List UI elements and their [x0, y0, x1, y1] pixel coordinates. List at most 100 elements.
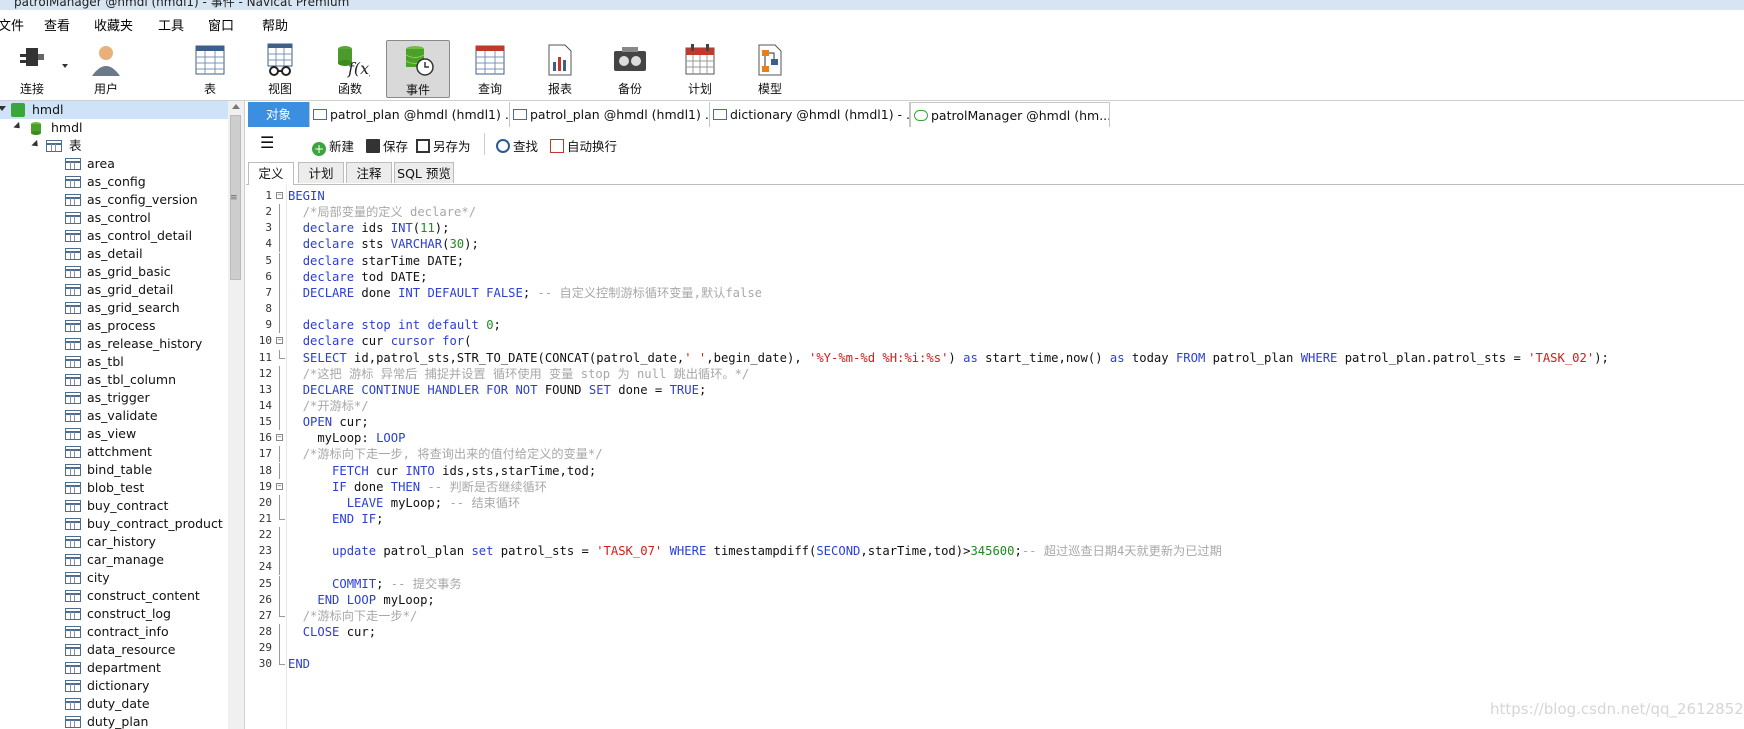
- code-line[interactable]: 21 END IF;: [246, 511, 1744, 527]
- code-line[interactable]: 30 END: [246, 656, 1744, 672]
- code-line[interactable]: 15 OPEN cur;: [246, 414, 1744, 431]
- code-line[interactable]: 22: [246, 527, 1744, 544]
- table-button[interactable]: 表: [178, 40, 242, 98]
- new-button[interactable]: + 新建: [312, 136, 354, 156]
- hamburger-menu-icon[interactable]: ☰: [260, 133, 274, 152]
- tree-table-item[interactable]: construct_content: [0, 587, 228, 605]
- function-button[interactable]: f(x) 函数: [318, 40, 382, 98]
- code-line[interactable]: 19− IF done THEN -- 判断是否继续循环: [246, 479, 1744, 495]
- report-button[interactable]: 报表: [528, 40, 592, 98]
- menu-favorites[interactable]: 收藏夹: [94, 15, 133, 34]
- code-line[interactable]: 4 declare sts VARCHAR(30);: [246, 236, 1744, 253]
- tab-patrol-plan-1[interactable]: patrol_plan @hmdl (hmdl1) ...: [310, 102, 510, 127]
- tree-connection[interactable]: hmdl: [0, 101, 228, 119]
- tree-table-item[interactable]: as_config: [0, 173, 228, 191]
- tab-patrol-plan-2[interactable]: patrol_plan @hmdl (hmdl1) ...: [510, 102, 710, 127]
- tree-table-item[interactable]: as_grid_detail: [0, 281, 228, 299]
- connect-dropdown-icon[interactable]: [62, 64, 68, 68]
- code-line[interactable]: 20 LEAVE myLoop; -- 结束循环: [246, 494, 1744, 511]
- code-line[interactable]: 2 /*局部变量的定义 declare*/: [246, 204, 1744, 221]
- tree-table-item[interactable]: duty_date: [0, 695, 228, 713]
- model-button[interactable]: 模型: [738, 40, 802, 98]
- menu-tools[interactable]: 工具: [158, 15, 184, 34]
- menu-help[interactable]: 帮助: [262, 15, 288, 34]
- schedule-button[interactable]: 计划: [668, 40, 732, 98]
- tab-schedule[interactable]: 计划: [298, 162, 344, 183]
- tree-table-item[interactable]: city: [0, 569, 228, 587]
- code-line[interactable]: 18 FETCH cur INTO ids,sts,starTime,tod;: [246, 462, 1744, 479]
- tree-table-item[interactable]: construct_log: [0, 605, 228, 623]
- tree-table-item[interactable]: blob_test: [0, 479, 228, 497]
- tree-table-item[interactable]: data_resource: [0, 641, 228, 659]
- word-wrap-button[interactable]: 自动换行: [550, 136, 617, 155]
- tree-table-item[interactable]: as_validate: [0, 407, 228, 425]
- tree-table-item[interactable]: as_trigger: [0, 389, 228, 407]
- code-line[interactable]: 17 /*游标向下走一步, 将查询出来的值付给定义的变量*/: [246, 446, 1744, 463]
- tree-table-item[interactable]: as_control: [0, 209, 228, 227]
- event-button[interactable]: 事件: [386, 40, 450, 98]
- code-line[interactable]: 12 /*这把 游标 异常后 捕捉并设置 循环使用 变量 stop 为 null…: [246, 365, 1744, 382]
- code-line[interactable]: 23 update patrol_plan set patrol_sts = '…: [246, 543, 1744, 560]
- backup-button[interactable]: 备份: [598, 40, 662, 98]
- tree-table-item[interactable]: buy_contract_product: [0, 515, 228, 533]
- query-button[interactable]: 查询: [458, 40, 522, 98]
- code-line[interactable]: 13 DECLARE CONTINUE HANDLER FOR NOT FOUN…: [246, 381, 1744, 398]
- find-button[interactable]: 查找: [496, 136, 538, 155]
- code-line[interactable]: 14 /*开游标*/: [246, 397, 1744, 414]
- scroll-up-icon[interactable]: [232, 104, 240, 109]
- code-line[interactable]: 10− declare cur cursor for(: [246, 333, 1744, 349]
- tree-table-item[interactable]: as_detail: [0, 245, 228, 263]
- code-line[interactable]: 26 END LOOP myLoop;: [246, 591, 1744, 608]
- tree-table-item[interactable]: dictionary: [0, 677, 228, 695]
- tree-database[interactable]: hmdl: [0, 119, 228, 137]
- tree-table-item[interactable]: as_config_version: [0, 191, 228, 209]
- fold-toggle-icon[interactable]: −: [276, 482, 283, 490]
- code-editor[interactable]: 1− BEGIN 2 /*局部变量的定义 declare*/3 declare id…: [246, 185, 1744, 729]
- menu-view[interactable]: 查看: [44, 15, 70, 34]
- expand-icon[interactable]: [31, 139, 41, 150]
- code-line[interactable]: 3 declare ids INT(11);: [246, 220, 1744, 237]
- code-line[interactable]: 8: [246, 301, 1744, 318]
- code-line[interactable]: 25 COMMIT; -- 提交事务: [246, 575, 1744, 592]
- save-as-button[interactable]: 另存为: [416, 136, 471, 155]
- tree-table-item[interactable]: as_grid_search: [0, 299, 228, 317]
- code-line[interactable]: 11 SELECT id,patrol_sts,STR_TO_DATE(CONC…: [246, 349, 1744, 366]
- save-button[interactable]: 保存: [366, 136, 408, 155]
- tab-sql-preview[interactable]: SQL 预览: [394, 162, 454, 183]
- tree-tables-group[interactable]: 表: [0, 137, 228, 155]
- tree-table-item[interactable]: car_history: [0, 533, 228, 551]
- tab-comment[interactable]: 注释: [346, 162, 392, 183]
- code-line[interactable]: 5 declare starTime DATE;: [246, 252, 1744, 269]
- view-button[interactable]: 视图: [248, 40, 312, 98]
- fold-toggle-icon[interactable]: −: [276, 192, 283, 199]
- tree-table-item[interactable]: as_process: [0, 317, 228, 335]
- tree-table-item[interactable]: as_release_history: [0, 335, 228, 353]
- code-line[interactable]: 29: [246, 640, 1744, 657]
- code-line[interactable]: 27 /*游标向下走一步*/: [246, 607, 1744, 624]
- tree-table-item[interactable]: as_tbl_column: [0, 371, 228, 389]
- tree-table-item[interactable]: as_control_detail: [0, 227, 228, 245]
- tree-table-item[interactable]: department: [0, 659, 228, 677]
- fold-toggle-icon[interactable]: −: [276, 434, 283, 442]
- tree-scrollbar[interactable]: ≡: [228, 101, 245, 729]
- tab-object[interactable]: 对象: [248, 102, 310, 127]
- code-line[interactable]: 28 CLOSE cur;: [246, 624, 1744, 641]
- tree-table-item[interactable]: as_tbl: [0, 353, 228, 371]
- expand-icon[interactable]: [13, 121, 23, 132]
- code-line[interactable]: 24: [246, 559, 1744, 576]
- fold-toggle-icon[interactable]: −: [276, 337, 283, 345]
- connect-button[interactable]: 连接: [0, 40, 73, 98]
- tree-table-item[interactable]: as_grid_basic: [0, 263, 228, 281]
- user-button[interactable]: 用户: [74, 40, 138, 98]
- menu-file[interactable]: 文件: [0, 15, 24, 34]
- menu-window[interactable]: 窗口: [208, 15, 234, 34]
- tree-table-item[interactable]: car_manage: [0, 551, 228, 569]
- tree-table-item[interactable]: duty_plan: [0, 713, 228, 729]
- tab-dictionary[interactable]: dictionary @hmdl (hmdl1) - ...: [710, 102, 910, 127]
- tab-patrol-manager[interactable]: patrolManager @hmdl (hm...: [910, 102, 1110, 127]
- code-line[interactable]: 1− BEGIN: [246, 188, 1744, 204]
- tree-table-item[interactable]: area: [0, 155, 228, 173]
- tree-table-item[interactable]: attchment: [0, 443, 228, 461]
- code-line[interactable]: 9 declare stop int default 0;: [246, 317, 1744, 334]
- expand-icon[interactable]: [0, 106, 6, 111]
